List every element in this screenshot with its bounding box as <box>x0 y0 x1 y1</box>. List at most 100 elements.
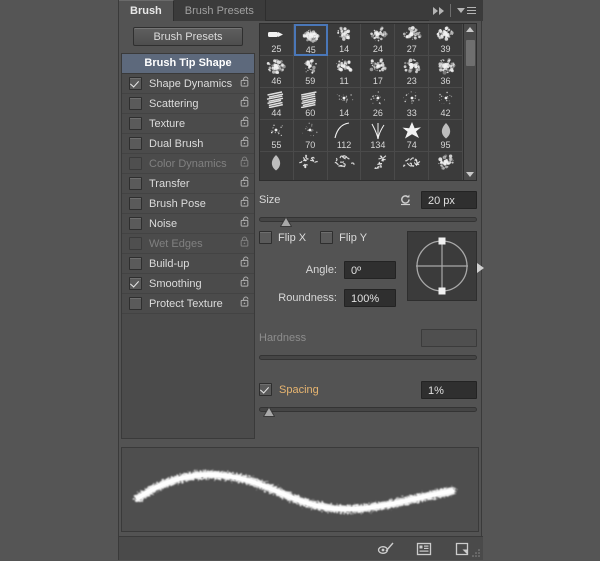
flip-x-option[interactable]: Flip X <box>259 231 306 244</box>
brush-tip-cell[interactable] <box>328 152 362 181</box>
brush-grid-scrollbar[interactable] <box>463 24 476 180</box>
panel-menu-icon[interactable] <box>457 7 476 14</box>
brush-tip-cell[interactable]: 95 <box>429 120 463 152</box>
brush-option-checkbox[interactable] <box>129 277 142 290</box>
brush-tip-grid[interactable]: 2545142427394659111723364460142633425570… <box>259 23 477 181</box>
brush-option-checkbox[interactable] <box>129 77 142 90</box>
brush-option-row[interactable]: Texture <box>122 114 254 134</box>
lock-icon[interactable] <box>240 136 249 151</box>
brush-option-checkbox[interactable] <box>129 197 142 210</box>
brush-tip-cell[interactable]: 46 <box>260 56 294 88</box>
brush-tip-cell[interactable]: 36 <box>429 56 463 88</box>
lock-icon[interactable] <box>240 116 249 131</box>
brush-tip-cell[interactable]: 39 <box>429 24 463 56</box>
brush-tip-cell[interactable]: 60 <box>294 88 328 120</box>
brush-presets-button[interactable]: Brush Presets <box>133 27 243 46</box>
hardness-value-field[interactable] <box>421 329 477 347</box>
brush-tip-cell[interactable]: 11 <box>328 56 362 88</box>
size-slider-knob[interactable] <box>280 217 292 227</box>
brush-option-row[interactable]: Dual Brush <box>122 134 254 154</box>
brush-tip-cell[interactable]: 134 <box>361 120 395 152</box>
brush-option-row[interactable]: Brush Pose <box>122 194 254 214</box>
flip-y-checkbox[interactable] <box>320 231 333 244</box>
roundness-value-field[interactable]: 100% <box>344 289 396 307</box>
brush-tip-cell[interactable]: 59 <box>294 56 328 88</box>
brush-option-checkbox[interactable] <box>129 177 142 190</box>
reset-size-icon[interactable] <box>398 192 413 207</box>
brush-tip-cell[interactable]: 55 <box>260 120 294 152</box>
brush-tip-cell[interactable]: 33 <box>395 88 429 120</box>
brush-option-row[interactable]: Color Dynamics <box>122 154 254 174</box>
brush-tip-cell[interactable]: 70 <box>294 120 328 152</box>
brush-option-checkbox[interactable] <box>129 217 142 230</box>
angle-value-field[interactable]: 0º <box>344 261 396 279</box>
lock-icon[interactable] <box>240 236 249 251</box>
spacing-slider-knob[interactable] <box>263 407 275 417</box>
brush-tip-cell[interactable]: 74 <box>395 120 429 152</box>
brush-tip-cell[interactable]: 26 <box>361 88 395 120</box>
scroll-up-icon[interactable] <box>466 27 474 32</box>
tab-brush-presets[interactable]: Brush Presets <box>174 0 266 21</box>
flip-x-checkbox[interactable] <box>259 231 272 244</box>
brush-tip-cell[interactable]: 44 <box>260 88 294 120</box>
lock-icon[interactable] <box>240 176 249 191</box>
brush-tip-cell[interactable] <box>294 152 328 181</box>
brush-option-row[interactable]: Scattering <box>122 94 254 114</box>
brush-tip-cell[interactable]: 27 <box>395 24 429 56</box>
brush-option-row[interactable]: Wet Edges <box>122 234 254 254</box>
spacing-value-field[interactable]: 1% <box>421 381 477 399</box>
collapse-panel-icon[interactable] <box>433 7 444 15</box>
brush-tip-cell[interactable]: 45 <box>294 24 328 56</box>
brush-option-row[interactable]: Build-up <box>122 254 254 274</box>
brush-tip-cell[interactable]: 24 <box>361 24 395 56</box>
brush-option-row[interactable]: Shape Dynamics <box>122 74 254 94</box>
new-brush-icon[interactable] <box>453 541 471 557</box>
lock-icon[interactable] <box>240 196 249 211</box>
brush-size-label: 14 <box>339 44 349 54</box>
size-slider[interactable] <box>259 213 477 227</box>
lock-icon[interactable] <box>240 76 249 91</box>
brush-tip-cell[interactable]: 14 <box>328 24 362 56</box>
size-value-field[interactable]: 20 px <box>421 191 477 209</box>
brush-tip-cell[interactable]: 17 <box>361 56 395 88</box>
brush-tip-cell[interactable]: 112 <box>328 120 362 152</box>
brush-option-checkbox[interactable] <box>129 97 142 110</box>
brush-tip-cell[interactable] <box>260 152 294 181</box>
angle-dial[interactable] <box>407 231 477 301</box>
brush-option-row[interactable]: Smoothing <box>122 274 254 294</box>
brush-tip-cell[interactable]: 14 <box>328 88 362 120</box>
spacing-checkbox[interactable] <box>259 383 272 396</box>
toggle-brush-preview-icon[interactable] <box>377 541 395 557</box>
lock-icon[interactable] <box>240 276 249 291</box>
brush-option-checkbox[interactable] <box>129 157 142 170</box>
brush-tip-cell[interactable] <box>395 152 429 181</box>
lock-icon[interactable] <box>240 256 249 271</box>
brush-option-checkbox[interactable] <box>129 237 142 250</box>
scrollbar-thumb[interactable] <box>466 40 475 66</box>
lock-icon[interactable] <box>240 296 249 311</box>
tab-brush[interactable]: Brush <box>119 0 174 21</box>
scroll-down-icon[interactable] <box>466 172 474 177</box>
spacing-slider[interactable] <box>259 403 477 417</box>
brush-option-checkbox[interactable] <box>129 257 142 270</box>
resize-grip[interactable] <box>471 548 481 558</box>
brush-tip-cell[interactable]: 23 <box>395 56 429 88</box>
hardness-slider[interactable] <box>259 351 477 365</box>
lock-icon[interactable] <box>240 96 249 111</box>
brush-option-checkbox[interactable] <box>129 297 142 310</box>
brush-option-checkbox[interactable] <box>129 137 142 150</box>
brush-tip-cell[interactable]: 42 <box>429 88 463 120</box>
brush-tip-cell[interactable] <box>361 152 395 181</box>
brush-option-row[interactable]: Transfer <box>122 174 254 194</box>
brush-tip-cell[interactable] <box>429 152 463 181</box>
brush-option-row[interactable]: Noise <box>122 214 254 234</box>
brush-tip-shape-header[interactable]: Brush Tip Shape <box>122 54 254 74</box>
brush-option-row[interactable]: Protect Texture <box>122 294 254 314</box>
brush-option-checkbox[interactable] <box>129 117 142 130</box>
brush-tip-cell[interactable]: 25 <box>260 24 294 56</box>
lock-icon[interactable] <box>240 156 249 171</box>
brush-presets-panel-icon[interactable] <box>415 541 433 557</box>
flip-y-option[interactable]: Flip Y <box>320 231 367 244</box>
lock-icon[interactable] <box>240 216 249 231</box>
brush-size-label: 112 <box>337 140 351 150</box>
